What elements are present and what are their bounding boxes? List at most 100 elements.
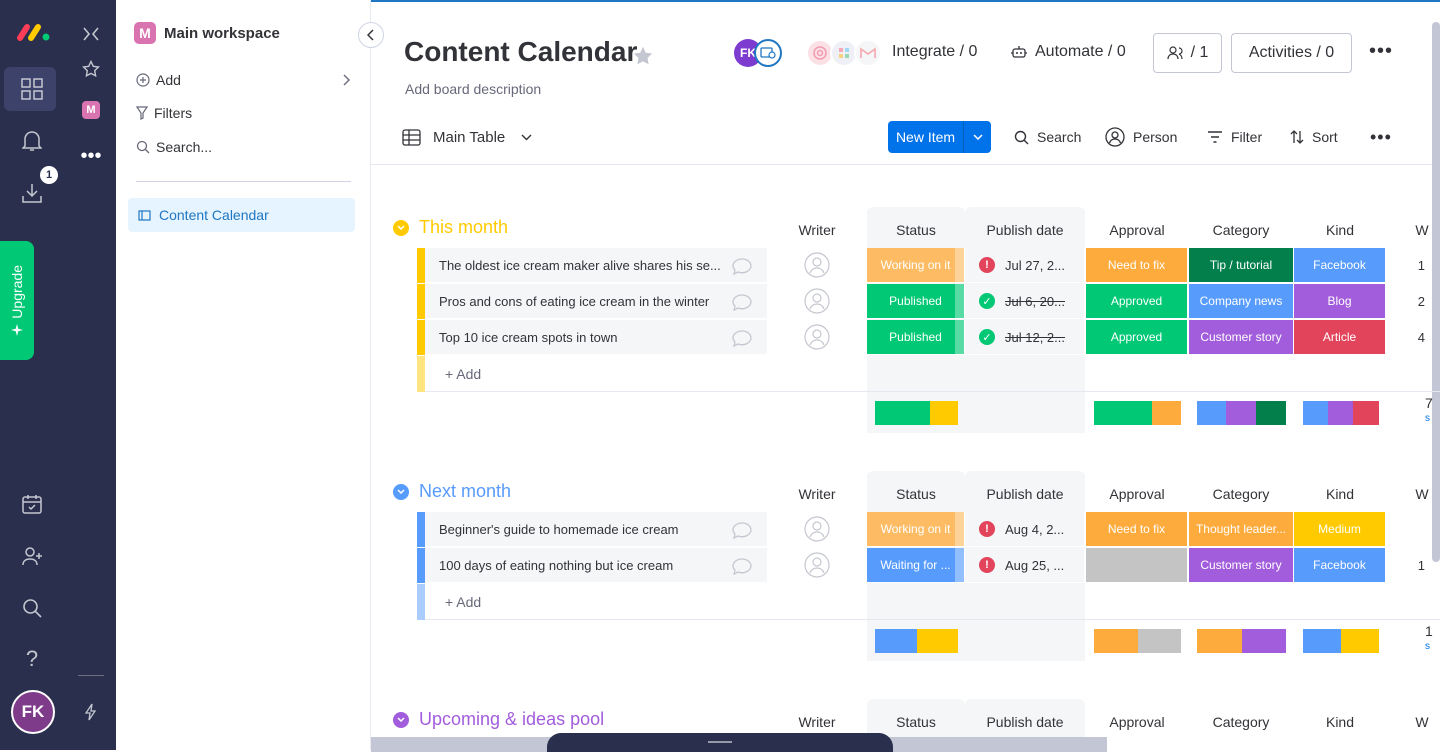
status-summary-bar-segment[interactable] — [917, 629, 958, 653]
status-summary-bar-segment[interactable] — [875, 629, 917, 653]
kind-summary-bar-segment[interactable] — [1303, 629, 1341, 653]
column-header-publish-date[interactable]: Publish date — [975, 222, 1075, 238]
column-header-category[interactable]: Category — [1191, 222, 1291, 238]
status-cell[interactable]: Working on it — [867, 512, 965, 547]
add-item-row[interactable]: + Add — [417, 356, 1440, 392]
writer-cell[interactable] — [767, 548, 867, 583]
date-cell[interactable]: ! Aug 4, 2... — [965, 512, 1085, 547]
monday-logo[interactable] — [16, 20, 52, 44]
column-header-writer[interactable]: Writer — [767, 486, 867, 502]
category-summary-bar-segment[interactable] — [1197, 401, 1226, 425]
column-header-writer[interactable]: Writer — [767, 222, 867, 238]
conversation-icon[interactable] — [730, 556, 754, 581]
kind-summary-bar-segment[interactable] — [1353, 401, 1379, 425]
approval-cell[interactable]: Approved — [1086, 284, 1188, 319]
conversation-icon[interactable] — [730, 328, 754, 353]
date-cell[interactable]: ! Aug 25, ... — [965, 548, 1085, 583]
automate-button[interactable]: Automate / 0 — [1011, 43, 1126, 61]
category-summary-bar-segment[interactable] — [1256, 401, 1286, 425]
approval-cell[interactable]: Approved — [1086, 320, 1188, 355]
status-summary-bar-segment[interactable] — [930, 401, 958, 425]
column-header-publish-date[interactable]: Publish date — [975, 486, 1075, 502]
category-cell[interactable]: Thought leader... — [1189, 512, 1294, 547]
activities-button[interactable]: Activities / 0 — [1231, 33, 1352, 73]
grid-apps-icon[interactable] — [20, 77, 44, 101]
lightning-icon[interactable] — [82, 702, 100, 722]
status-cell[interactable]: Working on it — [867, 248, 965, 283]
column-header-category[interactable]: Category — [1191, 714, 1291, 730]
members-button[interactable]: / 1 — [1153, 33, 1222, 73]
group-title-2[interactable]: Upcoming & ideas pool — [393, 709, 604, 730]
category-cell[interactable]: Customer story — [1189, 320, 1294, 355]
item-name[interactable]: Pros and cons of eating ice cream in the… — [439, 284, 724, 319]
board-subscribers-icon[interactable] — [754, 39, 782, 67]
board-item-content-calendar[interactable]: Content Calendar — [128, 198, 355, 232]
item-name[interactable]: The oldest ice cream maker alive shares … — [439, 248, 724, 283]
column-header-approval[interactable]: Approval — [1087, 714, 1187, 730]
approval-cell[interactable]: Need to fix — [1086, 248, 1188, 283]
person-filter-button[interactable]: Person — [1105, 121, 1177, 153]
category-cell[interactable]: Customer story — [1189, 548, 1294, 583]
kind-cell[interactable]: Medium — [1294, 512, 1386, 547]
column-header-status[interactable]: Status — [866, 714, 966, 730]
board-title[interactable]: Content Calendar — [404, 36, 637, 68]
add-item-label[interactable]: + Add — [445, 584, 481, 620]
writer-cell[interactable] — [767, 320, 867, 355]
column-header-publish-date[interactable]: Publish date — [975, 714, 1075, 730]
category-summary-bar-segment[interactable] — [1226, 401, 1256, 425]
user-avatar[interactable]: FK — [11, 690, 55, 734]
collapse-panel-button[interactable] — [358, 22, 384, 48]
group-title-0[interactable]: This month — [393, 217, 508, 238]
conversation-icon[interactable] — [730, 256, 754, 281]
new-item-button[interactable]: New Item — [888, 121, 991, 153]
sort-button[interactable]: Sort — [1290, 121, 1338, 153]
status-cell[interactable]: Published — [867, 320, 965, 355]
conversation-icon[interactable] — [730, 520, 754, 545]
my-work-calendar-icon[interactable] — [20, 492, 44, 516]
kind-cell[interactable]: Facebook — [1294, 548, 1386, 583]
kind-cell[interactable]: Facebook — [1294, 248, 1386, 283]
column-header-status[interactable]: Status — [866, 222, 966, 238]
approval-summary-bar-segment[interactable] — [1138, 629, 1181, 653]
view-selector[interactable]: Main Table — [402, 121, 532, 153]
gmail-icon[interactable] — [854, 39, 882, 67]
column-header-approval[interactable]: Approval — [1087, 486, 1187, 502]
writer-cell[interactable] — [767, 284, 867, 319]
status-cell[interactable]: Published — [867, 284, 965, 319]
approval-summary-bar-segment[interactable] — [1094, 629, 1138, 653]
panel-search[interactable]: Search... — [136, 139, 212, 155]
approval-summary-bar-segment[interactable] — [1094, 401, 1152, 425]
writer-cell[interactable] — [767, 512, 867, 547]
integrate-button[interactable]: Integrate / 0 — [892, 43, 977, 61]
item-name[interactable]: Top 10 ice cream spots in town — [439, 320, 724, 355]
help-icon[interactable]: ? — [20, 646, 44, 672]
status-summary-bar-segment[interactable] — [875, 401, 930, 425]
category-summary-bar-segment[interactable] — [1197, 629, 1242, 653]
add-menu[interactable]: Add — [136, 72, 351, 88]
workspace-badge[interactable]: M — [82, 101, 100, 119]
kind-cell[interactable]: Blog — [1294, 284, 1386, 319]
group-collapse-chevron-icon[interactable] — [393, 219, 409, 236]
column-header-w[interactable]: W — [1372, 222, 1440, 238]
kind-summary-bar-segment[interactable] — [1341, 629, 1379, 653]
kind-cell[interactable]: Article — [1294, 320, 1386, 355]
approval-cell[interactable]: Need to fix — [1086, 512, 1188, 547]
search-icon[interactable] — [20, 596, 44, 620]
group-title-1[interactable]: Next month — [393, 481, 511, 502]
group-collapse-chevron-icon[interactable] — [393, 483, 409, 500]
favorites-star-icon[interactable] — [80, 58, 102, 80]
workspace-selector[interactable]: M Main workspace — [134, 22, 280, 44]
approval-cell[interactable] — [1086, 548, 1188, 583]
category-summary-bar-segment[interactable] — [1242, 629, 1286, 653]
notifications-bell-icon[interactable] — [20, 129, 44, 153]
collapse-rail-icon[interactable] — [80, 24, 102, 44]
status-cell[interactable]: Waiting for ... — [867, 548, 965, 583]
group-collapse-chevron-icon[interactable] — [393, 711, 409, 728]
column-header-category[interactable]: Category — [1191, 486, 1291, 502]
column-header-writer[interactable]: Writer — [767, 714, 867, 730]
conversation-icon[interactable] — [730, 292, 754, 317]
board-description[interactable]: Add board description — [405, 81, 541, 97]
kind-summary-bar-segment[interactable] — [1303, 401, 1328, 425]
column-header-w[interactable]: W — [1372, 714, 1440, 730]
date-cell[interactable]: ! Jul 27, 2... — [965, 248, 1085, 283]
